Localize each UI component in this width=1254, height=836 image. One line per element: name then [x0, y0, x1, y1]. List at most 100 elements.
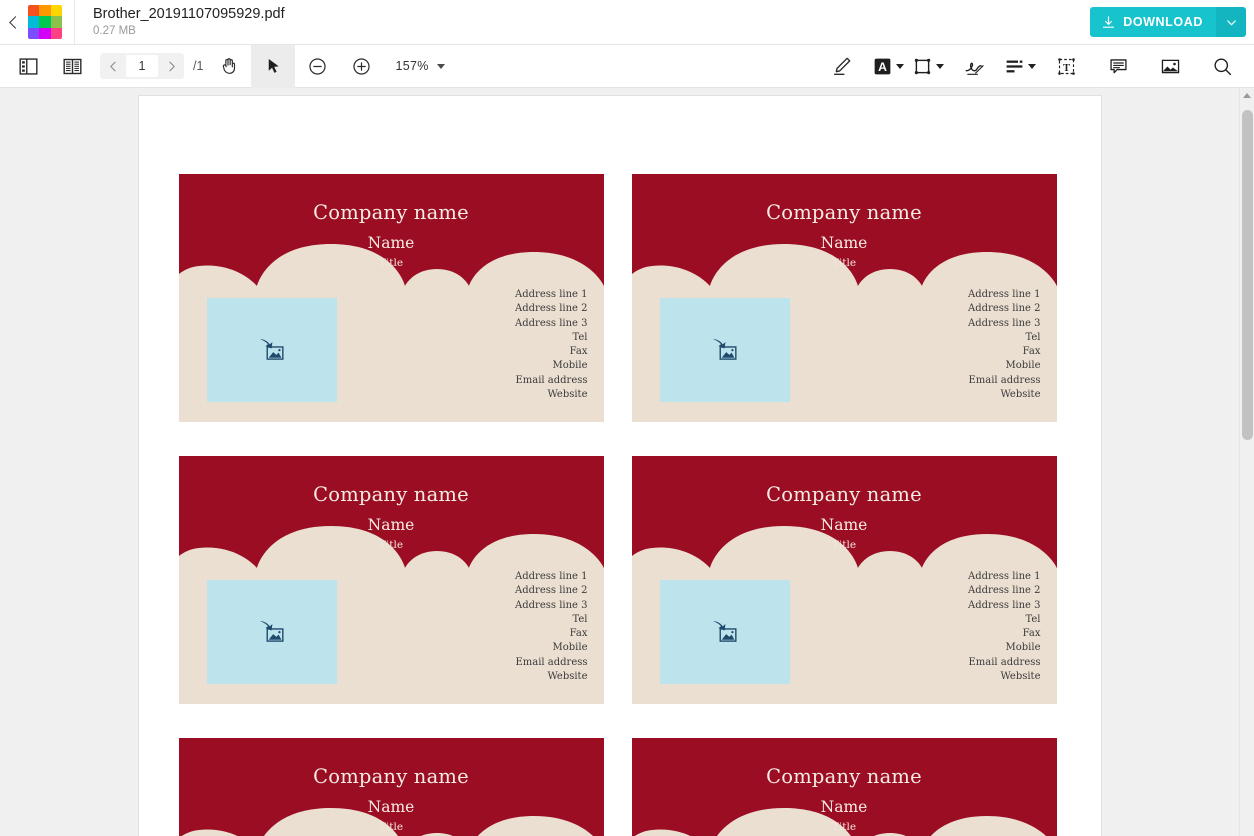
- annotation-tools: A T: [816, 45, 1254, 88]
- chevron-down-icon: [1028, 63, 1036, 69]
- back-button[interactable]: [0, 0, 26, 45]
- card-image-placeholder[interactable]: [206, 298, 337, 402]
- card-image-placeholder[interactable]: [659, 580, 790, 684]
- card-person-title: Title: [831, 257, 857, 269]
- shape-tool-button[interactable]: [908, 45, 948, 88]
- scroll-up-arrow-icon: [1243, 93, 1251, 98]
- insert-image-placeholder-icon: [712, 621, 737, 642]
- comment-bubble-icon: [1109, 58, 1127, 73]
- signature-tool-button[interactable]: [948, 45, 1000, 88]
- business-card[interactable]: Company nameNameTitleAddress line 1Addre…: [631, 738, 1057, 836]
- logo-cell-2: [50, 5, 62, 17]
- scroll-up-button[interactable]: [1240, 88, 1254, 103]
- business-card[interactable]: Company name Name Title Address line 1Addre…: [178, 174, 604, 422]
- card-contact-line: Address line 1: [968, 571, 1041, 582]
- page-number-input[interactable]: [126, 55, 158, 77]
- header-divider: [74, 0, 75, 45]
- insert-image-placeholder-icon: [259, 621, 284, 642]
- zoom-in-circle-icon: [353, 57, 370, 75]
- pen-tool-button[interactable]: [816, 45, 868, 88]
- app-logo[interactable]: [26, 0, 64, 45]
- logo-cell-7: [39, 27, 51, 39]
- card-contact-block: Address line 1 Address line 2 Address line…: [968, 288, 1040, 402]
- card-contact-line: Email address: [515, 374, 588, 386]
- card-contact-line: Address line 2: [968, 303, 1041, 315]
- business-card[interactable]: Company nameNameTitleAddress line 1Addre…: [631, 456, 1057, 704]
- card-contact-line: Tel: [572, 613, 588, 625]
- text-highlight-tool-button[interactable]: A: [868, 45, 908, 88]
- previous-page-button[interactable]: [100, 53, 126, 79]
- insert-image-tool-button[interactable]: [1144, 45, 1196, 88]
- list-align-icon: [1006, 60, 1023, 72]
- card-company-name: Company name: [766, 201, 922, 224]
- file-name: Brother_20191107095929.pdf: [93, 5, 285, 22]
- card-person-title: Title: [378, 539, 404, 551]
- text-highlight-icon: A: [874, 58, 891, 74]
- business-card-grid: Company name Name Title Address line 1 Addre…: [178, 174, 1061, 836]
- business-card[interactable]: Company nameNameTitleAddress line 1Addre…: [178, 456, 604, 704]
- chevron-right-icon: [168, 61, 175, 71]
- card-contact-line: Fax: [1022, 628, 1041, 640]
- logo-cell-4: [39, 16, 51, 28]
- insert-image-icon: [1161, 59, 1179, 73]
- card-contact-line: Address line 1: [515, 571, 588, 582]
- back-chevron-icon: [8, 15, 22, 29]
- page-total-label: /1: [193, 59, 204, 73]
- logo-cell-1: [39, 5, 51, 17]
- card-person-name: Name: [367, 798, 415, 816]
- card-contact-line: Fax: [569, 346, 588, 358]
- card-contact-line: Address line 3: [968, 599, 1041, 611]
- download-arrow-icon: [1103, 15, 1115, 28]
- card-contact-line: Mobile: [1005, 642, 1041, 654]
- card-contact-block: Address line 1 Address line 2 Address line…: [515, 570, 587, 684]
- search-magnifier-icon: [1213, 57, 1231, 75]
- card-person-title: Title: [378, 257, 404, 269]
- card-contact-line: Mobile: [552, 360, 588, 372]
- zoom-in-button[interactable]: [339, 45, 383, 88]
- comment-tool-button[interactable]: [1092, 45, 1144, 88]
- svg-text:A: A: [878, 60, 887, 74]
- text-box-tool-button[interactable]: T: [1040, 45, 1092, 88]
- card-image-placeholder[interactable]: [659, 298, 790, 402]
- download-options-button[interactable]: [1216, 7, 1246, 37]
- card-company-name: Company name: [313, 201, 469, 224]
- next-page-button[interactable]: [158, 53, 184, 79]
- vertical-scrollbar[interactable]: [1239, 88, 1254, 836]
- business-card[interactable]: Company nameNameTitleAddress line 1Addre…: [178, 738, 604, 836]
- card-contact-line: Address line 3: [968, 317, 1041, 329]
- hand-tool-button[interactable]: [207, 45, 251, 88]
- list-align-tool-button[interactable]: [1000, 45, 1040, 88]
- business-card[interactable]: Company nameNameTitleAddress line 1Addre…: [631, 174, 1057, 422]
- card-image-placeholder[interactable]: [206, 580, 337, 684]
- card-contact-line: Fax: [569, 628, 588, 640]
- zoom-out-circle-icon: [309, 57, 326, 75]
- logo-cell-5: [50, 16, 62, 28]
- card-contact-line: Address line 2: [515, 303, 588, 315]
- card-contact-line: Address line 1: [968, 289, 1041, 300]
- sidebar-toggle-button[interactable]: [6, 45, 50, 88]
- zoom-level-selector[interactable]: 157%: [383, 45, 448, 88]
- header-actions: DOWNLOAD: [1090, 7, 1254, 37]
- document-viewport: Company name Name Title Address line 1 Addre…: [0, 88, 1254, 836]
- card-contact-line: Address line 2: [515, 585, 588, 597]
- page-layout-button[interactable]: [50, 45, 94, 88]
- two-page-layout-icon: [62, 58, 82, 74]
- download-button[interactable]: DOWNLOAD: [1090, 7, 1216, 37]
- card-person-title: Title: [831, 821, 857, 833]
- card-contact-line: Website: [1000, 389, 1041, 401]
- card-person-name: Name: [367, 234, 415, 252]
- card-contact-line: Address line 3: [515, 599, 588, 611]
- scroll-thumb[interactable]: [1242, 110, 1253, 440]
- card-contact-line: Website: [547, 389, 588, 401]
- select-tool-button[interactable]: [251, 44, 296, 88]
- search-button[interactable]: [1196, 45, 1248, 88]
- logo-cell-6: [28, 27, 40, 39]
- card-person-name: Name: [820, 234, 868, 252]
- text-box-icon: T: [1057, 57, 1075, 75]
- zoom-level-label: 157%: [395, 59, 429, 73]
- document-scroll-area[interactable]: Company name Name Title Address line 1 Addre…: [0, 88, 1239, 836]
- card-contact-block: Address line 1 Address line 2 Address line…: [515, 288, 587, 402]
- zoom-out-button[interactable]: [295, 45, 339, 88]
- app-header: Brother_20191107095929.pdf 0.27 MB DOWNL…: [0, 0, 1254, 45]
- card-contact-line: Address line 2: [968, 585, 1041, 597]
